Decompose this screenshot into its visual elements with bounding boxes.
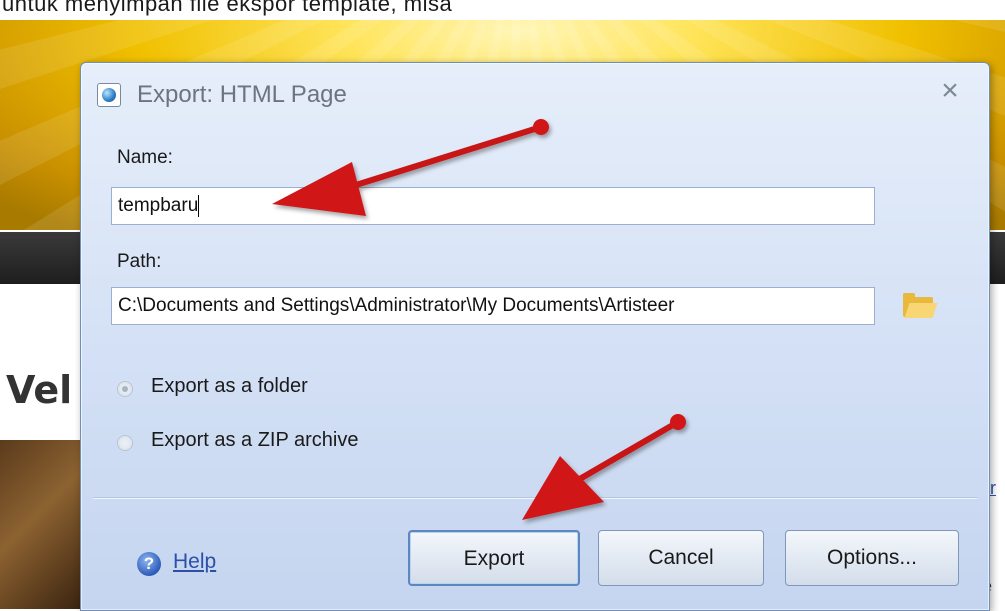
help-link[interactable]: Help <box>173 550 216 574</box>
text-cursor <box>198 194 200 217</box>
dialog-title: Export: HTML Page <box>137 81 347 108</box>
path-label: Path: <box>117 251 162 272</box>
export-dialog: Export: HTML Page × Name: tempbaru Path:… <box>80 62 990 611</box>
radio-label-export-folder: Export as a folder <box>151 375 308 397</box>
site-photo <box>0 440 80 609</box>
path-input-value: C:\Documents and Settings\Administrator\… <box>118 295 675 316</box>
name-input-value: tempbaru <box>118 195 199 216</box>
site-heading: Vel <box>6 368 73 412</box>
path-input[interactable]: C:\Documents and Settings\Administrator\… <box>111 287 875 325</box>
dialog-titlebar[interactable]: Export: HTML Page × <box>81 63 989 121</box>
browse-folder-button[interactable] <box>901 291 938 321</box>
help-icon: ? <box>137 552 161 576</box>
name-label: Name: <box>117 147 173 168</box>
caption-text: untuk menyimpan file ekspor template, mi… <box>2 0 453 16</box>
export-button[interactable]: Export <box>408 530 580 586</box>
close-icon: × <box>941 74 959 107</box>
cancel-button[interactable]: Cancel <box>598 530 764 586</box>
dialog-globe-icon <box>97 83 121 107</box>
close-button[interactable]: × <box>935 75 965 107</box>
radio-export-folder[interactable] <box>117 381 133 397</box>
page-caption: untuk menyimpan file ekspor template, mi… <box>0 0 1005 20</box>
radio-export-zip[interactable] <box>117 435 133 451</box>
dialog-separator <box>93 497 977 499</box>
radio-label-export-zip: Export as a ZIP archive <box>151 429 359 451</box>
options-button[interactable]: Options... <box>785 530 959 586</box>
name-input[interactable]: tempbaru <box>111 187 875 225</box>
